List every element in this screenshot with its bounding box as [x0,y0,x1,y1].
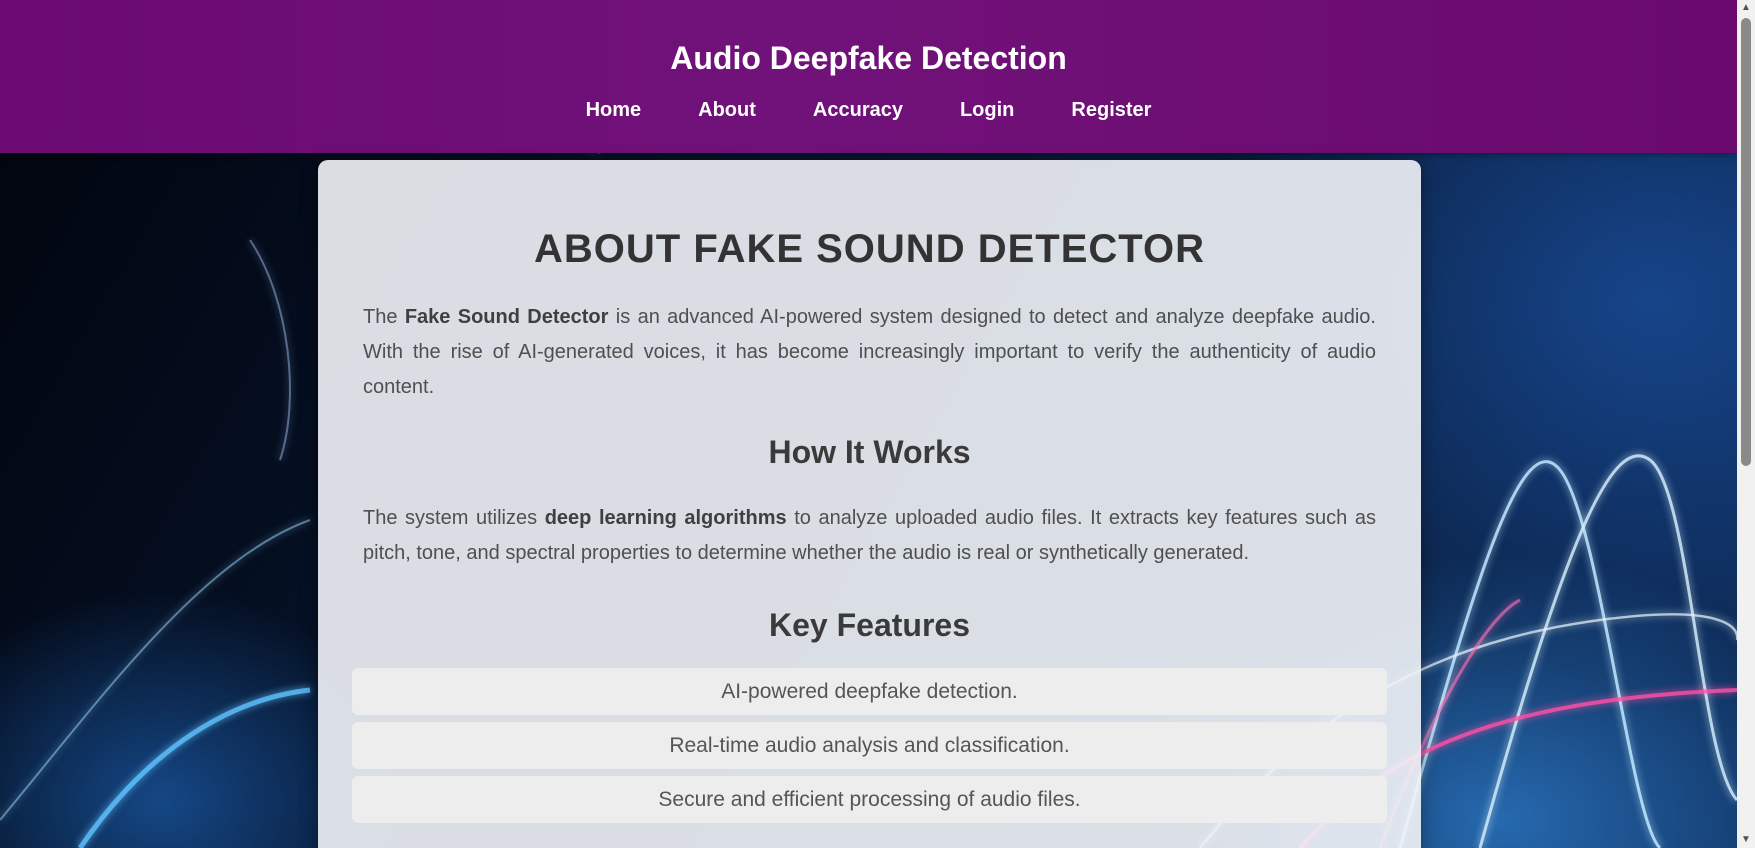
feature-item: Secure and efficient processing of audio… [352,776,1387,823]
intro-text-start: The [363,306,405,328]
how-text-bold: deep learning algorithms [544,507,787,529]
about-card: ABOUT FAKE SOUND DETECTOR The Fake Sound… [318,160,1421,848]
key-features-heading: Key Features [769,607,970,643]
scroll-up-arrow-icon[interactable]: ▲ [1737,0,1755,16]
feature-item: Real-time audio analysis and classificat… [352,722,1387,769]
vertical-scrollbar[interactable]: ▲ ▼ [1737,0,1755,848]
intro-paragraph: The Fake Sound Detector is an advanced A… [363,300,1376,405]
nav-about-link[interactable]: About [698,98,756,122]
main-nav: Home About Accuracy Login Register [0,98,1737,122]
feature-item: AI-powered deepfake detection. [352,668,1387,715]
how-text-start: The system utilizes [363,507,545,529]
nav-accuracy-link[interactable]: Accuracy [813,98,903,122]
how-it-works-paragraph: The system utilizes deep learning algori… [363,501,1376,571]
site-title: Audio Deepfake Detection [670,40,1067,76]
intro-product-name: Fake Sound Detector [404,306,609,328]
how-it-works-heading: How It Works [768,434,971,470]
page-title: ABOUT FAKE SOUND DETECTOR [534,227,1205,271]
scroll-down-arrow-icon[interactable]: ▼ [1737,832,1755,848]
nav-home-link[interactable]: Home [586,98,642,122]
key-features-list: AI-powered deepfake detection. Real-time… [352,668,1387,823]
site-header: Audio Deepfake Detection Home About Accu… [0,0,1737,153]
nav-register-link[interactable]: Register [1071,98,1151,122]
nav-login-link[interactable]: Login [960,98,1014,122]
scrollbar-thumb[interactable] [1741,18,1751,466]
